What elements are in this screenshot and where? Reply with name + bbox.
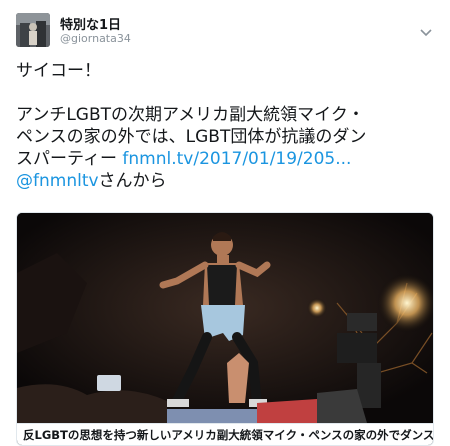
card-title[interactable]: 反LGBTの思想を持つ新しいアメリカ副大統領マイク・ペンスの家の外でダンスパ..… — [17, 423, 433, 445]
display-name[interactable]: 特別な1日 — [60, 14, 121, 33]
tweet-text-fragment: さんから — [98, 171, 167, 191]
tweet-line: アンチLGBTの次期アメリカ副大統領マイク・ — [16, 105, 365, 125]
tweet-line: @fnmnltvさんから — [16, 170, 436, 192]
link-card[interactable]: 反LGBTの思想を持つ新しいアメリカ副大統領マイク・ペンスの家の外でダンスパ..… — [16, 212, 434, 446]
tweet-text-fragment: スパーティー — [16, 149, 123, 169]
tweet-line: スパーティー fnmnl.tv/2017/01/19/205... — [16, 148, 436, 170]
article-link[interactable]: fnmnl.tv/2017/01/19/205... — [122, 149, 351, 169]
username[interactable]: @giornata34 — [60, 32, 131, 45]
mention-link[interactable]: @fnmnltv — [16, 171, 99, 191]
card-image — [17, 213, 433, 423]
chevron-down-icon[interactable] — [418, 24, 434, 37]
avatar-image — [16, 13, 50, 47]
tweet-text: サイコー！ アンチLGBTの次期アメリカ副大統領マイク・ ペンスの家の外では、L… — [16, 60, 436, 192]
avatar[interactable] — [16, 13, 50, 47]
tweet: 特別な1日 @giornata34 サイコー！ アンチLGBTの次期アメリカ副大… — [0, 0, 450, 446]
tweet-line: ペンスの家の外では、LGBT団体が抗議のダン — [16, 127, 367, 147]
tweet-line: サイコー！ — [16, 61, 101, 81]
